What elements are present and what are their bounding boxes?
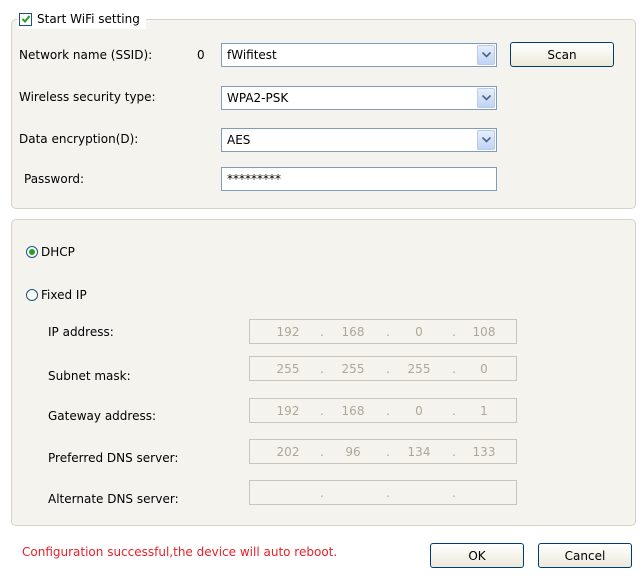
ssid-combobox[interactable]: fWifitest	[221, 43, 497, 67]
start-wifi-checkbox[interactable]	[19, 12, 32, 26]
preferred-dns-label: Preferred DNS server:	[48, 451, 179, 465]
ip-octet: 133	[472, 445, 496, 459]
ip-octet: 255	[276, 362, 300, 376]
ip-octet: 255	[407, 362, 431, 376]
ip-dot: .	[320, 404, 324, 418]
ip-address-input[interactable]: 192 . 168 . 0 . 108	[249, 319, 517, 344]
encryption-dropdown-button[interactable]	[477, 130, 495, 150]
status-message: Configuration successful,the device will…	[22, 545, 338, 559]
ip-octet: 192	[276, 404, 300, 418]
dhcp-label[interactable]: DHCP	[41, 244, 75, 260]
ip-octet: 255	[341, 362, 365, 376]
alternate-dns-label: Alternate DNS server:	[48, 492, 179, 506]
start-wifi-setting[interactable]: Start WiFi setting	[17, 9, 146, 29]
ip-dot: .	[386, 404, 390, 418]
encryption-label: Data encryption(D):	[19, 132, 139, 146]
ip-dot: .	[386, 325, 390, 339]
ip-dot: .	[320, 362, 324, 376]
ip-dot: .	[452, 486, 456, 500]
chevron-down-icon	[481, 52, 491, 58]
ip-octet: 168	[341, 404, 365, 418]
cancel-button-label: Cancel	[564, 548, 606, 563]
chevron-down-icon	[481, 95, 491, 101]
security-type-label: Wireless security type:	[19, 90, 156, 104]
ip-octet: 192	[276, 325, 300, 339]
chevron-down-icon	[481, 137, 491, 143]
dhcp-radio[interactable]	[26, 246, 38, 258]
ip-dot: .	[386, 362, 390, 376]
ip-octet: 0	[480, 362, 488, 376]
ip-dot: .	[452, 404, 456, 418]
password-value: *********	[227, 172, 281, 186]
subnet-mask-input[interactable]: 255 . 255 . 255 . 0	[249, 356, 517, 381]
preferred-dns-input[interactable]: 202 . 96 . 134 . 133	[249, 439, 517, 464]
password-input[interactable]: *********	[221, 167, 497, 191]
ip-dot: .	[386, 445, 390, 459]
radio-selected-dot	[29, 249, 35, 255]
encryption-value: AES	[227, 133, 251, 147]
ip-dot: .	[386, 486, 390, 500]
ssid-label: Network name (SSID):	[19, 48, 153, 62]
encryption-select[interactable]: AES	[221, 128, 497, 152]
security-type-select[interactable]: WPA2-PSK	[221, 86, 497, 110]
ip-octet: 1	[480, 404, 488, 418]
ip-dot: .	[452, 325, 456, 339]
ip-octet: 134	[407, 445, 431, 459]
password-label: Password:	[24, 172, 85, 186]
ip-octet: 96	[345, 445, 361, 459]
security-type-value: WPA2-PSK	[227, 91, 289, 105]
ip-octet: 0	[415, 325, 423, 339]
ssid-dropdown-button[interactable]	[477, 45, 495, 65]
gateway-input[interactable]: 192 . 168 . 0 . 1	[249, 398, 517, 423]
alternate-dns-input[interactable]: . . .	[249, 480, 517, 505]
ip-octet: 0	[415, 404, 423, 418]
ip-dot: .	[320, 445, 324, 459]
ip-dot: .	[320, 325, 324, 339]
ip-dot: .	[452, 362, 456, 376]
gateway-label: Gateway address:	[48, 409, 157, 423]
subnet-mask-label: Subnet mask:	[48, 369, 131, 383]
start-wifi-label: Start WiFi setting	[37, 12, 140, 26]
fixed-ip-radio[interactable]	[26, 289, 38, 301]
checkmark-icon	[21, 15, 30, 23]
ssid-count: 0	[197, 48, 205, 62]
fixed-ip-label[interactable]: Fixed IP	[41, 287, 87, 303]
ok-button-label: OK	[468, 548, 486, 563]
ip-dot: .	[320, 486, 324, 500]
ip-octet: 108	[472, 325, 496, 339]
ok-button[interactable]: OK	[430, 543, 524, 568]
scan-button-label: Scan	[547, 47, 577, 62]
ssid-value: fWifitest	[227, 48, 277, 62]
ip-dot: .	[452, 445, 456, 459]
ip-octet: 202	[276, 445, 300, 459]
ip-address-label: IP address:	[48, 325, 114, 339]
ip-octet: 168	[341, 325, 365, 339]
security-dropdown-button[interactable]	[477, 88, 495, 108]
scan-button[interactable]: Scan	[510, 42, 614, 67]
cancel-button[interactable]: Cancel	[538, 543, 632, 568]
